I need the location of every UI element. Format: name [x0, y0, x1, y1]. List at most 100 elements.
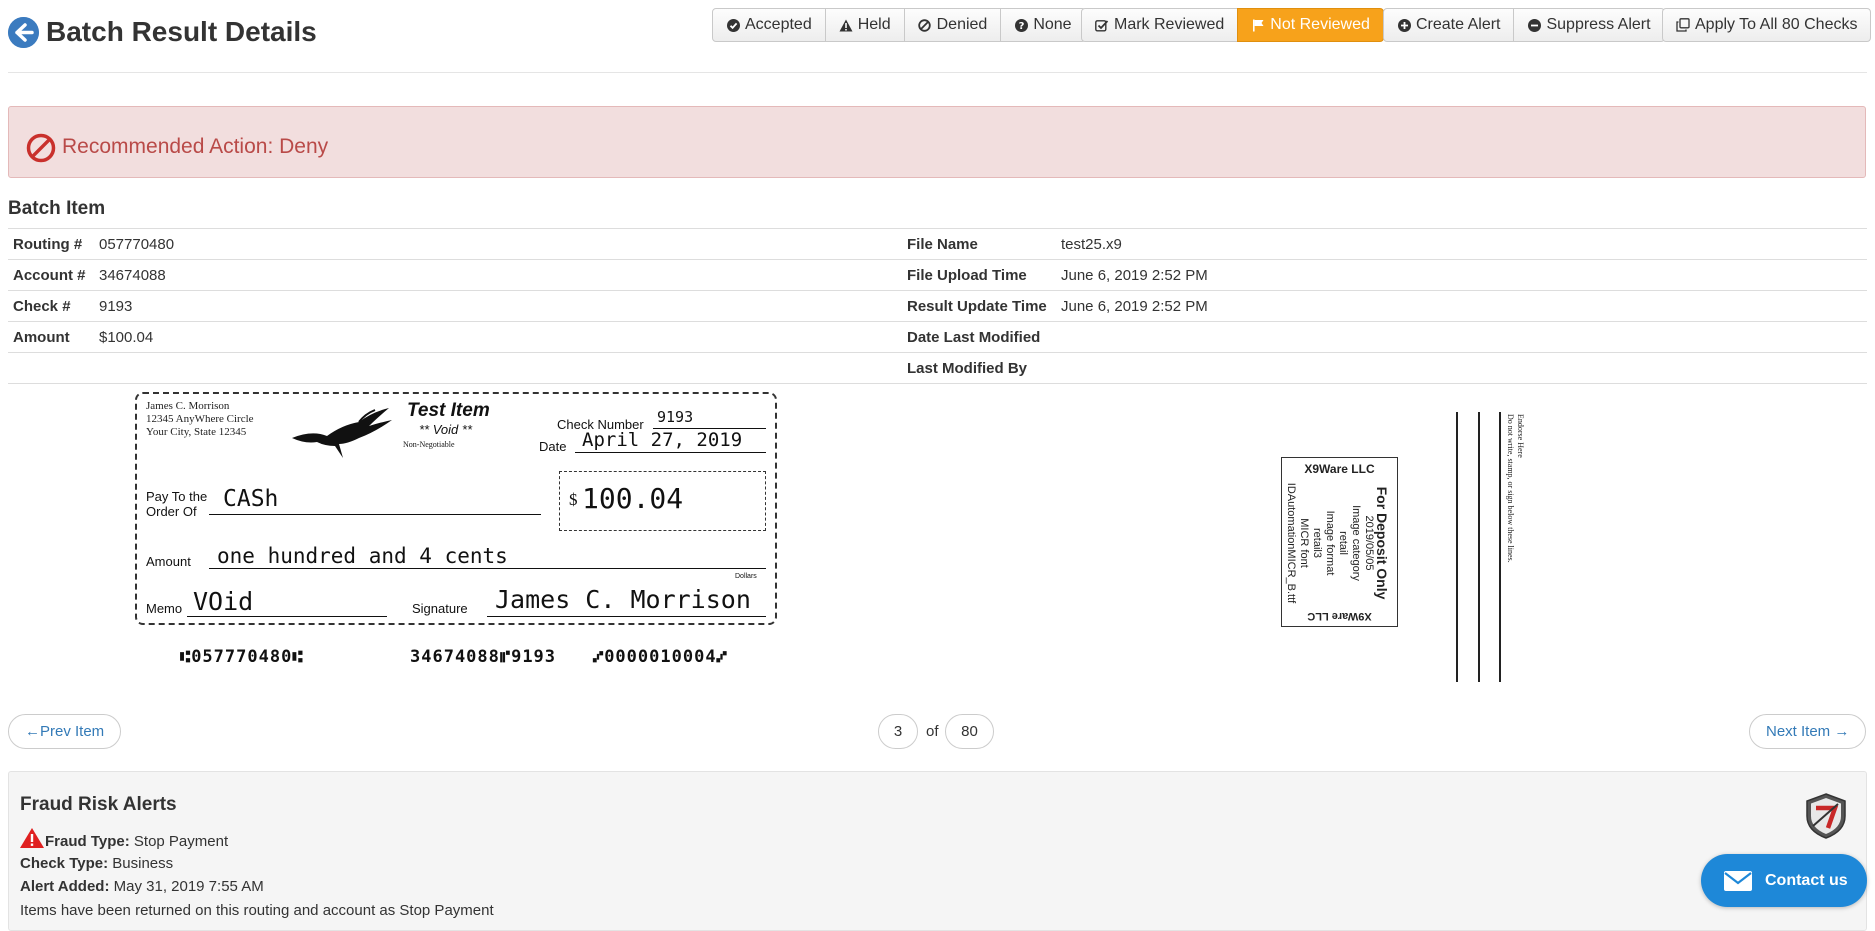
pay-to-caption: Pay To the Order Of [146, 489, 207, 519]
prev-item-button[interactable]: ←Prev Item [8, 714, 122, 749]
dollar-sign: $ [569, 490, 578, 509]
check-number-label: Check # [13, 298, 71, 315]
fraud-type-row: Fraud Type: Stop Payment [19, 827, 228, 850]
mark-reviewed-label: Mark Reviewed [1114, 16, 1225, 33]
minus-circle-icon [1527, 18, 1541, 32]
next-item-button[interactable]: Next Item → [1749, 714, 1867, 749]
apply-to-all-button[interactable]: Apply To All 80 Checks [1662, 8, 1872, 42]
amount-caption: Amount [146, 554, 191, 569]
endorse-text: Endorse Here Do not write, stamp, or sig… [1505, 414, 1525, 579]
date-caption: Date [539, 439, 567, 454]
suppress-alert-button[interactable]: Suppress Alert [1513, 8, 1665, 42]
memo-handwritten: VOid [193, 587, 254, 616]
current-page-input[interactable]: 3 [878, 714, 918, 749]
stamp-line-5: retail3 [1311, 528, 1323, 558]
endorse-title: Endorse Here [1516, 414, 1525, 458]
stamp-line-7: IDAutomationMICR_B.ttf [1285, 482, 1297, 604]
alert-button-group: Create Alert Suppress Alert [1383, 8, 1665, 42]
endorse-line [1456, 412, 1458, 682]
warning-icon [20, 828, 44, 848]
plus-circle-icon [1397, 18, 1411, 32]
alert-added-label: Alert Added: [20, 878, 110, 895]
apply-to-all-label: Apply To All 80 Checks [1695, 16, 1858, 33]
signature-caption: Signature [412, 601, 468, 616]
question-circle-icon: ? [1014, 18, 1028, 32]
contact-us-button[interactable]: Contact us [1701, 854, 1867, 907]
bird-logo-icon [292, 408, 392, 458]
fraud-type-value: Stop Payment [133, 833, 229, 850]
fraud-type-label: Fraud Type: [45, 833, 130, 850]
none-label: None [1033, 16, 1072, 33]
stamp-bottom-text: X9Ware LLC [1307, 610, 1372, 622]
pay-to-caption-line1: Pay To the [146, 489, 208, 504]
file-upload-time-value: June 6, 2019 2:52 PM [1061, 267, 1208, 284]
detail-row: Amount $100.04 Date Last Modified [8, 322, 1867, 353]
page-of-label: of [926, 723, 939, 740]
create-alert-button[interactable]: Create Alert [1383, 8, 1515, 42]
file-name-label: File Name [907, 236, 978, 253]
stamp-line-3: retail [1337, 531, 1349, 555]
check-type-row: Check Type: Business [20, 855, 173, 872]
check-type-label: Check Type: [20, 855, 109, 872]
amount-words-handwritten: one hundred and 4 cents [217, 544, 508, 568]
alert-added-value: May 31, 2019 7:55 AM [113, 878, 264, 895]
back-arrow-icon[interactable] [8, 17, 39, 48]
ban-icon [918, 18, 932, 32]
date-line [575, 452, 766, 453]
detail-row: Last Modified By [8, 353, 1867, 384]
copy-icon [1676, 18, 1690, 32]
detail-row: Account # 34674088 File Upload Time June… [8, 260, 1867, 291]
micr-routing: ⑆057770480⑆ [180, 647, 304, 667]
check-type-value: Business [112, 855, 174, 872]
endorse-line [1478, 412, 1480, 682]
stamp-details: For Deposit Only 2019/05/05 Image catego… [1285, 473, 1390, 613]
denied-button[interactable]: Denied [903, 8, 1002, 42]
deposit-stamp: X9Ware LLC For Deposit Only 2019/05/05 I… [1281, 457, 1398, 627]
endorse-line [1499, 412, 1501, 682]
result-update-time-value: June 6, 2019 2:52 PM [1061, 298, 1208, 315]
pay-to-caption-line2: Order Of [146, 504, 197, 519]
held-button[interactable]: Held [824, 8, 905, 42]
stamp-line-0: For Deposit Only [1374, 486, 1390, 600]
micr-amount: ⑇0000010004⑇ [593, 647, 728, 667]
drawer-address-line1: 12345 AnyWhere Circle [146, 413, 254, 425]
file-name-value: test25.x9 [1061, 236, 1122, 253]
date-last-modified-label: Date Last Modified [907, 329, 1041, 346]
fraud-risk-panel: Fraud Risk Alerts Fraud Type: Stop Payme… [8, 771, 1867, 931]
accepted-button[interactable]: Accepted [712, 8, 826, 42]
check-back-image[interactable]: X9Ware LLC For Deposit Only 2019/05/05 I… [1270, 392, 1570, 682]
suppress-alert-label: Suppress Alert [1546, 16, 1651, 33]
drawer-info: James C. Morrison 12345 AnyWhere Circle … [146, 400, 254, 439]
signature-handwritten: James C. Morrison [495, 585, 751, 614]
status-button-group: Accepted Held Denied ? None [712, 8, 1086, 42]
none-button[interactable]: ? None [1000, 8, 1086, 42]
recommendation-alert: Recommended Action: Deny [8, 106, 1866, 178]
check-front-image[interactable]: James C. Morrison 12345 AnyWhere Circle … [135, 392, 777, 625]
page-title: Batch Result Details [46, 16, 317, 47]
recommendation-text: Recommended Action: Deny [62, 135, 329, 158]
check-circle-icon [726, 18, 740, 32]
memo-caption: Memo [146, 601, 183, 616]
detail-row: Check # 9193 Result Update Time June 6, … [8, 291, 1867, 322]
account-value: 34674088 [99, 267, 166, 284]
create-alert-label: Create Alert [1416, 16, 1501, 33]
file-upload-time-label: File Upload Time [907, 267, 1027, 284]
check-number-handwritten: 9193 [657, 408, 694, 426]
payee-line [209, 514, 541, 515]
non-negotiable-label: Non-Negotiable [403, 440, 455, 449]
svg-text:?: ? [1018, 21, 1024, 32]
accepted-label: Accepted [745, 16, 812, 33]
test-item-label: Test Item [407, 400, 490, 421]
amount-words-line [209, 568, 766, 569]
header-divider [8, 72, 1867, 73]
flag-icon [1251, 18, 1265, 32]
detail-row: Routing # 057770480 File Name test25.x9 [8, 229, 1867, 260]
void-label: ** Void ** [419, 422, 472, 437]
mark-reviewed-button[interactable]: Mark Reviewed [1081, 8, 1239, 42]
warning-icon [839, 18, 853, 32]
review-button-group: Mark Reviewed Not Reviewed [1081, 8, 1384, 42]
amount-numeric-handwritten: 100.04 [582, 482, 684, 515]
signature-line [487, 616, 766, 617]
not-reviewed-button[interactable]: Not Reviewed [1237, 8, 1384, 42]
amount-label: Amount [13, 329, 70, 346]
